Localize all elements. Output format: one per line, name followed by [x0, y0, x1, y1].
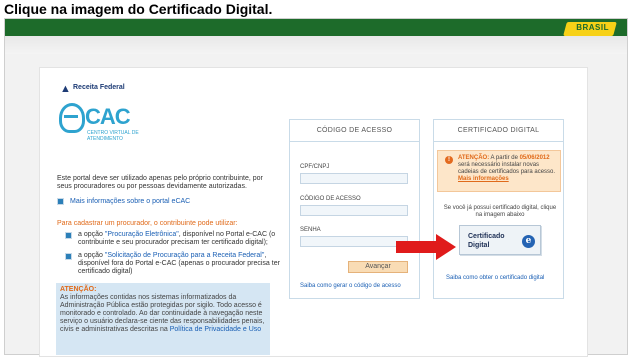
login-panel: ▲ Receita Federal CAC CENTRO VIRTUAL DE … [39, 67, 588, 357]
attention-title: ATENÇÃO: [60, 286, 97, 293]
option-bullet-icon [65, 232, 72, 239]
header-stripe [5, 36, 627, 54]
certificate-warning: ! ATENÇÃO: A partir de 05/06/2012 será n… [437, 150, 561, 192]
access-code-header: CÓDIGO DE ACESSO [290, 120, 419, 142]
procuracao-eletronica-link[interactable]: "Procuração Eletrônica" [105, 231, 179, 238]
warning-icon: ! [445, 156, 453, 164]
cadastrar-title: Para cadastrar um procurador, o contribu… [57, 220, 238, 227]
privacy-policy-link[interactable]: Política de Privacidade e Uso [170, 326, 261, 333]
warning-title: ATENÇÃO: [458, 155, 490, 161]
receita-federal-logo: ▲ Receita Federal [60, 83, 125, 95]
digital-certificate-header: CERTIFICADO DIGITAL [434, 120, 563, 142]
digital-certificate-button-label[interactable]: Certificado Digital [468, 232, 524, 250]
digital-certificate-button[interactable]: Certificado Digital e [459, 225, 541, 255]
cpf-input[interactable] [300, 173, 408, 184]
receita-emblem-icon: ▲ [60, 83, 71, 95]
access-code-input[interactable] [300, 205, 408, 216]
certificate-instructions: Se você já possui certificado digital, c… [443, 205, 557, 218]
advance-button[interactable]: Avançar [348, 261, 408, 273]
brasil-badge-label[interactable]: BRASIL [576, 23, 609, 32]
red-arrow-icon [396, 234, 456, 260]
certificate-help-link[interactable]: Saiba como obter o certificado digital [446, 275, 544, 281]
ecac-logo: CAC CENTRO VIRTUAL DE ATENDIMENTO [57, 103, 139, 143]
option-prefix: a opção [78, 252, 105, 259]
option-text: a opção "Solicitação de Procuração para … [78, 252, 280, 276]
digital-certificate-panel: CERTIFICADO DIGITAL ! ATENÇÃO: A partir … [433, 119, 564, 299]
certificate-e-icon[interactable]: e [522, 235, 535, 248]
option-solicitacao-procuracao: a opção "Solicitação de Procuração para … [65, 252, 280, 276]
password-input[interactable] [300, 236, 408, 247]
access-code-label: CÓDIGO DE ACESSO [300, 196, 361, 202]
ecac-subtitle: CENTRO VIRTUAL DE ATENDIMENTO [87, 130, 139, 142]
option-text: a opção "Procuração Eletrônica", disponí… [78, 231, 280, 247]
warning-body: será necessário instalar novas cadeias d… [458, 162, 556, 175]
option-bullet-icon [65, 253, 72, 260]
ecac-e-icon [59, 103, 85, 133]
more-info-link[interactable]: Mais informações sobre o portal eCAC [57, 198, 190, 205]
receita-federal-label: Receita Federal [73, 84, 125, 91]
solicitacao-procuracao-link[interactable]: "Solicitação de Procuração para a Receit… [105, 252, 264, 259]
access-code-panel: CÓDIGO DE ACESSO CPF/CNPJ CÓDIGO DE ACES… [289, 119, 420, 299]
page-title: Clique na imagem do Certificado Digital. [4, 1, 273, 17]
warning-prefix: A partir de [489, 155, 520, 161]
ecac-e-bar [64, 115, 78, 118]
option-prefix: a opção [78, 231, 105, 238]
warning-date: 05/06/2012 [519, 155, 550, 161]
ecac-wordmark: CAC [85, 104, 131, 129]
attention-notice: ATENÇÃO: As informações contidas nos sis… [56, 283, 270, 355]
more-info-label[interactable]: Mais informações sobre o portal eCAC [70, 198, 190, 205]
info-bullet-icon [57, 198, 64, 205]
portal-description: Este portal deve ser utilizado apenas pe… [57, 175, 263, 190]
government-bar: BRASIL [5, 19, 627, 36]
access-code-help-link[interactable]: Saiba como gerar o código de acesso [300, 283, 401, 289]
warning-text: ATENÇÃO: A partir de 05/06/2012 será nec… [458, 155, 558, 183]
option-procuracao-eletronica: a opção "Procuração Eletrônica", disponí… [65, 231, 280, 247]
password-label: SENHA [300, 227, 321, 233]
warning-more-info-link[interactable]: Mais informações [458, 176, 509, 182]
cpf-label: CPF/CNPJ [300, 164, 330, 170]
